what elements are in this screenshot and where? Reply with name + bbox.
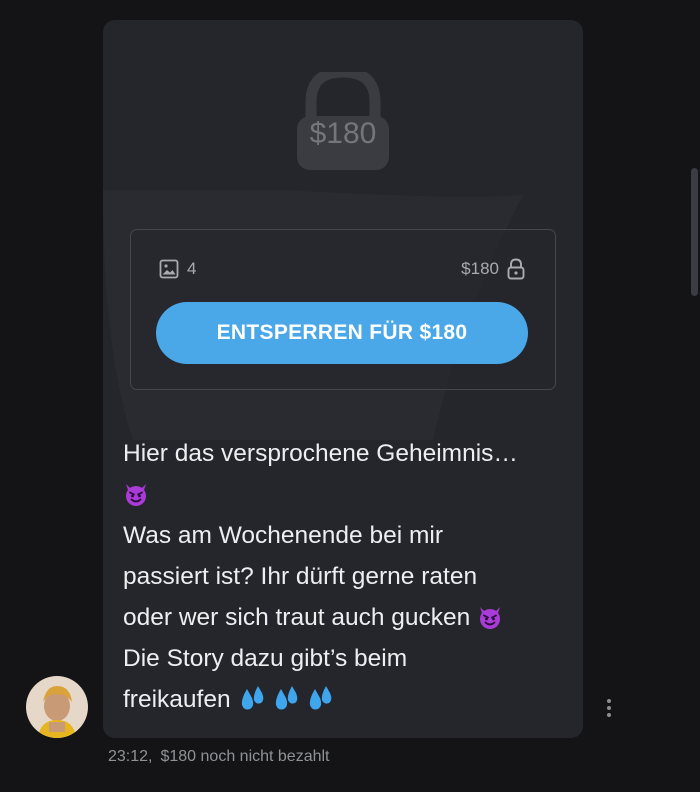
media-price: $180 (461, 258, 525, 280)
message-line: freikaufen (123, 679, 563, 720)
locked-media-card: 4 $180 ENTSPERREN FÜR $180 (130, 229, 556, 390)
image-icon (159, 259, 179, 279)
message-line: Was am Wochenende bei mir (123, 522, 443, 549)
avatar[interactable] (26, 676, 88, 738)
dot (607, 706, 611, 710)
message-line-text: freikaufen (123, 686, 231, 713)
message-text: Hier das versprochene Geheimnis… Was am … (123, 433, 563, 720)
message-line: Die Story dazu gibt’s beim (123, 645, 408, 672)
scrollbar[interactable] (688, 0, 700, 792)
message-line: passiert ist? Ihr dürft gerne raten (123, 563, 478, 590)
message-line: oder wer sich traut auch gucken (123, 597, 563, 638)
more-options-button[interactable] (597, 695, 621, 721)
sweat-droplets-icon (242, 686, 332, 710)
message-bubble: $180 4 $180 ENTSPERREN FÜR $180 Hier das… (103, 20, 583, 738)
media-count-value: 4 (187, 259, 197, 278)
message-time: 23:12, (108, 748, 153, 765)
dot (607, 699, 611, 703)
padlock-icon (507, 258, 525, 280)
media-price-value: $180 (461, 259, 499, 278)
media-count: 4 (159, 258, 196, 280)
smiling-face-with-horns-icon (480, 607, 501, 629)
message-meta: 23:12, $180 noch nicht bezahlt (108, 746, 330, 768)
chat-view: $180 4 $180 ENTSPERREN FÜR $180 Hier das… (0, 0, 700, 792)
locked-price: $180 (309, 117, 377, 150)
scrollbar-thumb[interactable] (691, 168, 698, 296)
dot (607, 713, 611, 717)
payment-status: $180 noch nicht bezahlt (160, 748, 330, 765)
message-line: Hier das versprochene Geheimnis… (123, 440, 518, 467)
message-line-text: oder wer sich traut auch gucken (123, 604, 471, 631)
message-line-emoji (123, 474, 563, 515)
unlock-button[interactable]: ENTSPERREN FÜR $180 (156, 302, 528, 364)
smiling-face-with-horns-icon (126, 484, 146, 506)
